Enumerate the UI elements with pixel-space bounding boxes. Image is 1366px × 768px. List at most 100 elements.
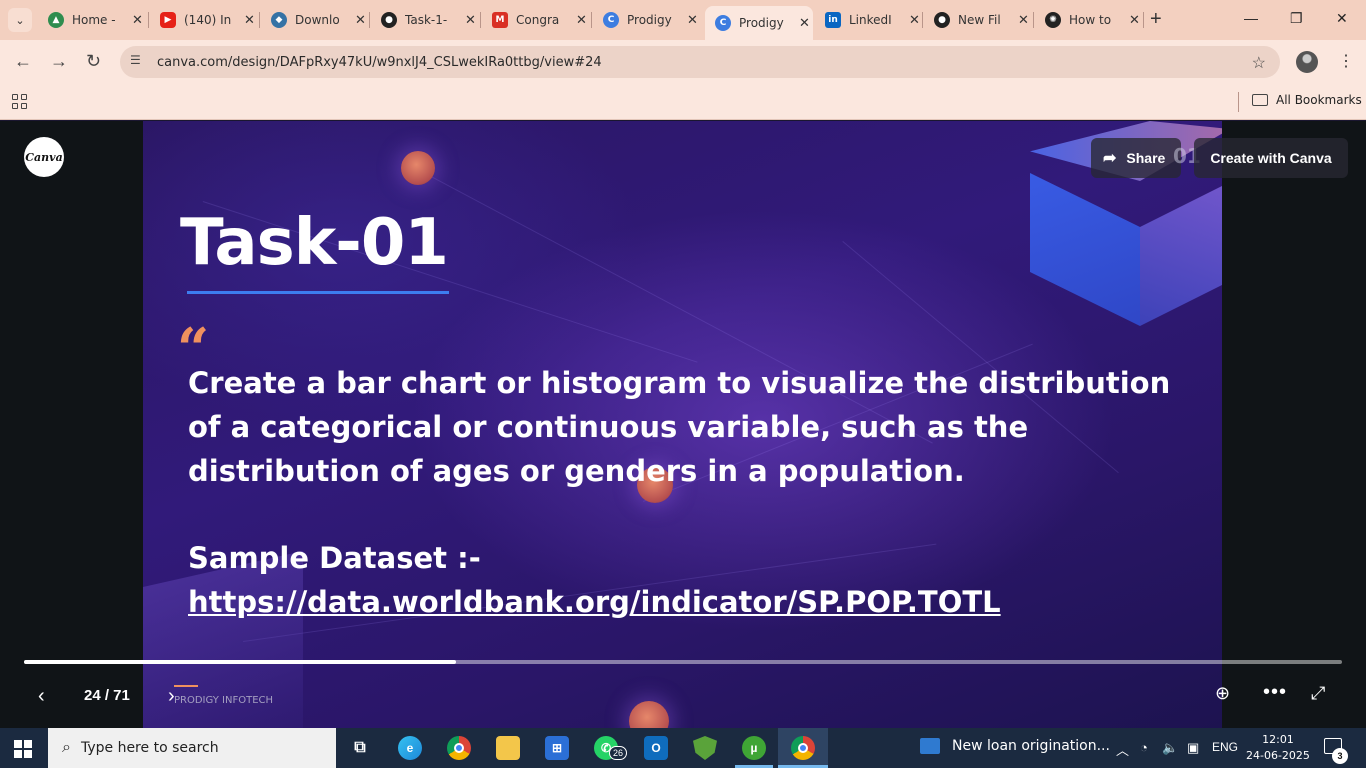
profile-avatar[interactable]	[1296, 51, 1318, 73]
address-bar[interactable]: ☰ canva.com/design/DAFpRxy47kU/w9nxlJ4_C…	[120, 46, 1280, 78]
url-text[interactable]: canva.com/design/DAFpRxy47kU/w9nxlJ4_CSL…	[157, 55, 602, 70]
github-icon: ●	[381, 12, 397, 28]
close-icon[interactable]: ✕	[244, 13, 255, 28]
tab-separator	[480, 12, 481, 28]
tab-title: Home -	[72, 13, 116, 27]
tab-10[interactable]: ✺ How to ✕	[1035, 6, 1140, 34]
tab-6[interactable]: C Prodigy ✕	[593, 6, 698, 34]
bookmarks-divider	[1238, 92, 1239, 112]
tab-title: How to	[1069, 13, 1112, 27]
search-icon: ⌕	[62, 739, 71, 756]
taskbar-clock[interactable]: 12:01 24-06-2025	[1246, 732, 1310, 764]
back-arrow-icon[interactable]: ←	[14, 52, 32, 70]
tab-4[interactable]: ● Task-1- ✕	[371, 6, 476, 34]
title-underline	[187, 291, 449, 294]
tab-3[interactable]: ◆ Downlo ✕	[261, 6, 366, 34]
edge-icon[interactable]: e	[398, 736, 422, 760]
canva-logo[interactable]: Canva	[24, 137, 64, 177]
outlook-icon[interactable]: O	[644, 736, 668, 760]
all-bookmarks-button[interactable]: All Bookmarks	[1252, 93, 1362, 107]
taskbar-notification-app[interactable]: New loan origination...	[920, 738, 1110, 754]
linkedin-icon: in	[825, 12, 841, 28]
close-icon[interactable]: ✕	[1129, 13, 1140, 28]
close-icon[interactable]: ✕	[465, 13, 476, 28]
security-shield-icon[interactable]	[693, 736, 717, 760]
microsoft-store-icon[interactable]: ⊞	[545, 736, 569, 760]
windows-taskbar: ⌕ Type here to search ⧉ e ⊞ ✆ 26 O µ New…	[0, 728, 1366, 768]
tab-2[interactable]: ▶ (140) In ✕	[150, 6, 255, 34]
browser-menu-icon[interactable]: ⋮	[1338, 51, 1354, 71]
volume-icon[interactable]: 🔈	[1162, 740, 1178, 756]
tab-1[interactable]: ▲ Home - ✕	[38, 6, 143, 34]
share-label: Share	[1126, 150, 1166, 166]
create-with-canva-button[interactable]: Create with Canva	[1194, 138, 1348, 178]
tab-5[interactable]: M Congra ✕	[482, 6, 587, 34]
close-icon[interactable]: ✕	[1018, 13, 1029, 28]
tab-title: Downlo	[295, 13, 340, 27]
dataset-label: Sample Dataset :-	[188, 541, 481, 575]
gmail-icon: M	[492, 12, 508, 28]
slide-body-text: Create a bar chart or histogram to visua…	[188, 366, 1171, 488]
tab-separator	[259, 12, 260, 28]
github-icon: ●	[934, 12, 950, 28]
presentation-viewer: Task-01 “ Create a bar chart or histogra…	[0, 121, 1366, 728]
network-icon[interactable]: ◔	[1140, 740, 1148, 755]
minimize-icon[interactable]: —	[1244, 10, 1258, 26]
tab-search-dropdown[interactable]: ⌄	[8, 8, 32, 32]
clock-date: 24-06-2025	[1246, 749, 1310, 762]
openai-icon: ✺	[1045, 12, 1061, 28]
tray-chevron-up-icon[interactable]: ︿	[1116, 740, 1129, 759]
utorrent-icon[interactable]: µ	[742, 736, 766, 760]
whatsapp-badge: 26	[609, 746, 627, 760]
restore-icon[interactable]: ❐	[1290, 10, 1303, 27]
tab-9[interactable]: ● New Fil ✕	[924, 6, 1029, 34]
new-tab-plus-icon[interactable]: +	[1150, 9, 1162, 29]
taskbar-search-box[interactable]: ⌕ Type here to search	[48, 728, 336, 768]
dataset-link[interactable]: https://data.worldbank.org/indicator/SP.…	[188, 580, 1001, 624]
language-indicator[interactable]: ENG	[1212, 740, 1238, 754]
taskbar-active-app[interactable]	[778, 728, 828, 768]
chrome-icon[interactable]	[447, 736, 471, 760]
tab-8[interactable]: in LinkedI ✕	[815, 6, 920, 34]
meet-now-icon[interactable]: ▣	[1187, 740, 1199, 756]
site-info-icon[interactable]: ☰	[130, 53, 148, 71]
close-icon[interactable]: ✕	[909, 13, 920, 28]
drive-icon: ▲	[48, 12, 64, 28]
notification-text: New loan origination...	[952, 738, 1110, 754]
fullscreen-icon[interactable]: ⤢	[1311, 683, 1325, 704]
slide-title: Task-01	[180, 206, 449, 280]
tab-title: Prodigy	[627, 13, 672, 27]
zoom-in-icon[interactable]: ⊕	[1215, 683, 1230, 704]
reload-icon[interactable]: ↻	[86, 52, 101, 70]
more-options-icon[interactable]: •••	[1263, 681, 1287, 704]
windows-start-icon[interactable]	[14, 740, 32, 758]
next-page-chevron-icon[interactable]: ›	[168, 685, 175, 708]
chevron-down-icon: ⌄	[15, 14, 25, 27]
close-icon[interactable]: ✕	[576, 13, 587, 28]
close-icon[interactable]: ✕	[355, 13, 366, 28]
close-icon[interactable]: ✕	[687, 13, 698, 28]
tab-strip: ⌄ ▲ Home - ✕ ▶ (140) In ✕ ◆ Downlo ✕ ● T…	[0, 0, 1366, 40]
presentation-progress-bar[interactable]	[24, 660, 1342, 664]
previous-page-chevron-icon[interactable]: ‹	[38, 685, 45, 708]
folder-icon	[1252, 94, 1268, 106]
close-icon[interactable]: ✕	[799, 16, 810, 31]
search-placeholder: Type here to search	[80, 740, 219, 756]
action-center-badge: 3	[1332, 748, 1348, 764]
browser-toolbar: ← → ↻ ☰ canva.com/design/DAFpRxy47kU/w9n…	[0, 40, 1366, 84]
share-arrow-icon: ➦	[1103, 150, 1117, 167]
apps-grid-icon[interactable]	[12, 94, 27, 109]
file-explorer-icon[interactable]	[496, 736, 520, 760]
clock-time: 12:01	[1262, 733, 1294, 746]
python-icon: ◆	[271, 12, 287, 28]
share-button[interactable]: ➦ Share	[1091, 138, 1182, 178]
close-icon[interactable]: ✕	[132, 13, 143, 28]
tab-separator	[369, 12, 370, 28]
tab-7-active[interactable]: C Prodigy ✕	[705, 6, 813, 40]
bookmark-star-icon[interactable]: ☆	[1252, 53, 1266, 73]
task-view-icon[interactable]: ⧉	[348, 736, 372, 760]
forward-arrow-icon[interactable]: →	[50, 52, 68, 70]
footer-brand: PRODIGY INFOTECH	[174, 695, 274, 706]
window-close-icon[interactable]: ✕	[1336, 10, 1348, 27]
app-icon	[920, 738, 940, 754]
